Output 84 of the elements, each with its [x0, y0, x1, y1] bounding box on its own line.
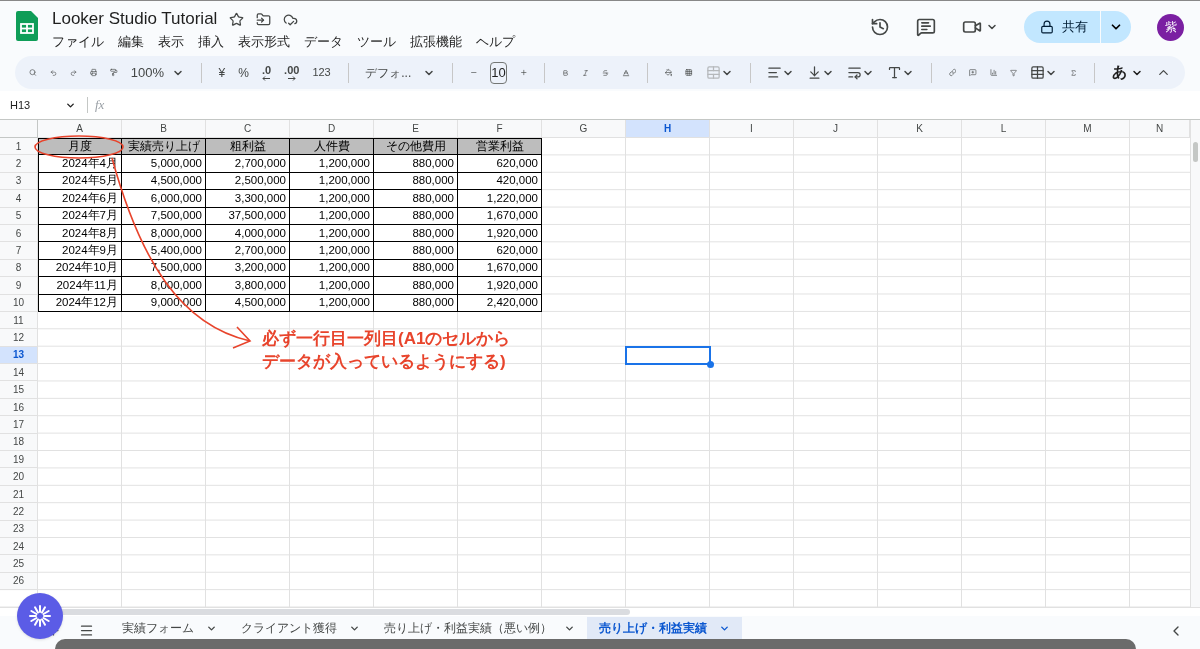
sheet-tab[interactable]: 実績フォーム — [110, 617, 229, 639]
row-header[interactable]: 20 — [0, 468, 38, 486]
table-cell: 880,000 — [374, 190, 458, 208]
table-cell: 1,200,000 — [290, 155, 374, 173]
header-cell: 人件費 — [290, 138, 374, 156]
row-header[interactable]: 17 — [0, 416, 38, 434]
header-cell: 営業利益 — [458, 138, 542, 156]
decrease-decimal-button[interactable]: .0 — [261, 64, 272, 81]
table-cell: 880,000 — [374, 155, 458, 173]
font-size-field[interactable]: 10 — [490, 61, 507, 84]
table-cell: 5,000,000 — [122, 155, 206, 173]
annotation-text: 必ず一行目一列目(A1のセルから — [262, 331, 511, 347]
header-cell: その他費用 — [374, 138, 458, 156]
table-cell: 6,000,000 — [122, 190, 206, 208]
menu-item[interactable]: ヘルプ — [476, 32, 515, 52]
sheet-tab[interactable]: 売り上げ・利益実績 — [587, 617, 742, 639]
row-header[interactable]: 14 — [0, 364, 38, 382]
font-select[interactable]: デフォ... — [365, 63, 436, 82]
row-header[interactable]: 2 — [0, 155, 38, 173]
name-box[interactable]: H13 — [0, 96, 80, 114]
avatar[interactable]: 紫 — [1157, 13, 1184, 41]
column-header[interactable]: H — [626, 120, 710, 138]
menu-item[interactable]: ファイル — [52, 32, 104, 52]
table-cell: 1,200,000 — [290, 190, 374, 208]
table-cell: 1,220,000 — [458, 190, 542, 208]
number-format-button[interactable]: 123 — [312, 64, 331, 81]
input-mode-button[interactable]: あ — [1111, 61, 1143, 84]
table-cell: 1,920,000 — [458, 277, 542, 295]
table-cell: 620,000 — [458, 242, 542, 260]
column-header[interactable]: L — [962, 120, 1046, 138]
table-cell: 2,700,000 — [206, 155, 290, 173]
percent-format-button[interactable]: % — [238, 63, 249, 82]
currency-format-button[interactable]: ¥ — [218, 63, 226, 82]
column-header[interactable]: M — [1046, 120, 1130, 138]
table-cell: 880,000 — [374, 277, 458, 295]
table-cell: 2024年9月 — [38, 242, 122, 260]
fx-label: fx — [95, 96, 105, 115]
row-header[interactable]: 15 — [0, 381, 38, 399]
menu-item[interactable]: 編集 — [118, 32, 144, 52]
column-header[interactable]: D — [290, 120, 374, 138]
column-header[interactable]: F — [458, 120, 542, 138]
column-header[interactable]: G — [542, 120, 626, 138]
increase-decimal-button[interactable]: .00 — [284, 64, 300, 81]
column-header[interactable]: K — [878, 120, 962, 138]
menu-item[interactable]: 挿入 — [198, 32, 224, 52]
row-header[interactable]: 4 — [0, 190, 38, 208]
table-cell: 3,300,000 — [206, 190, 290, 208]
zoom-select[interactable]: 100% — [130, 62, 185, 83]
column-header[interactable]: J — [794, 120, 878, 138]
column-header[interactable]: E — [374, 120, 458, 138]
sheet-tab[interactable]: 売り上げ・利益実績（悪い例） — [372, 617, 587, 639]
table-cell: 3,800,000 — [206, 277, 290, 295]
annotation-text: データが入っているようにする) — [262, 354, 507, 370]
header-cell: 実績売り上げ — [122, 138, 206, 156]
row-header[interactable]: 19 — [0, 451, 38, 469]
row-header[interactable]: 22 — [0, 503, 38, 521]
table-cell: 620,000 — [458, 155, 542, 173]
column-header[interactable]: N — [1130, 120, 1190, 138]
column-header[interactable]: B — [122, 120, 206, 138]
row-header[interactable]: 12 — [0, 329, 38, 347]
table-cell: 2,700,000 — [206, 242, 290, 260]
row-header[interactable]: 9 — [0, 277, 38, 295]
row-header[interactable]: 1 — [0, 138, 38, 156]
table-cell: 2024年6月 — [38, 190, 122, 208]
table-cell: 880,000 — [374, 242, 458, 260]
header-cell: 月度 — [38, 138, 122, 156]
header-cell: 粗利益 — [206, 138, 290, 156]
sheet-tab[interactable]: クライアント獲得 — [229, 617, 372, 639]
table-cell: 2024年11月 — [38, 277, 122, 295]
share-button[interactable]: 共有 — [1024, 11, 1100, 43]
table-cell: 1,200,000 — [290, 277, 374, 295]
table-cell: 5,400,000 — [122, 242, 206, 260]
column-header[interactable]: C — [206, 120, 290, 138]
menu-item[interactable]: 表示 — [158, 32, 184, 52]
table-cell: 1,200,000 — [290, 242, 374, 260]
menu-item[interactable]: ツール — [357, 32, 396, 52]
column-header[interactable]: I — [710, 120, 794, 138]
menu-item[interactable]: データ — [304, 32, 343, 52]
menu-item[interactable]: 拡張機能 — [410, 32, 462, 52]
row-header[interactable]: 7 — [0, 242, 38, 260]
column-header[interactable]: A — [38, 120, 122, 138]
row-header[interactable]: 25 — [0, 555, 38, 573]
document-title[interactable]: Looker Studio Tutorial — [52, 7, 218, 31]
menu-item[interactable]: 表示形式 — [238, 32, 290, 52]
